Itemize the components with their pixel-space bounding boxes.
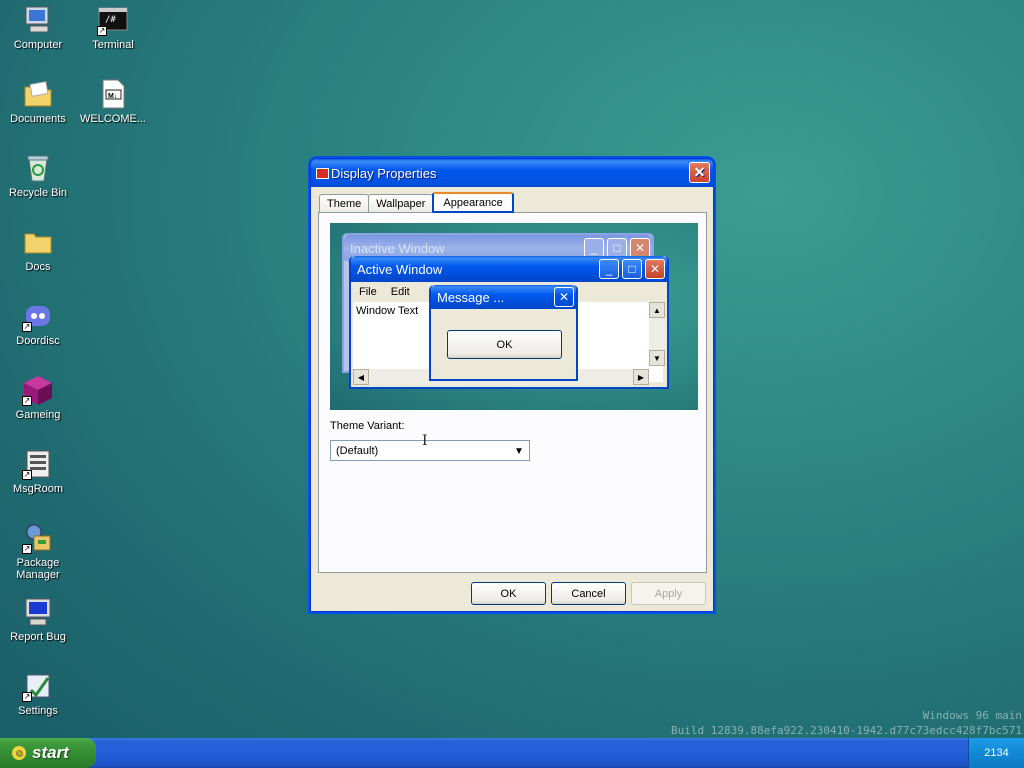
shortcut-arrow-icon: ↗ <box>22 692 32 702</box>
desktop-icon-label: Report Bug <box>10 631 66 643</box>
desktop-icon-label: Settings <box>18 705 58 717</box>
shortcut-arrow-icon: ↗ <box>97 26 107 36</box>
tab-wallpaper[interactable]: Wallpaper <box>368 194 434 213</box>
folder-icon <box>22 226 54 258</box>
desktop-icon-label: Computer <box>13 39 63 51</box>
desktop-icon-computer[interactable]: Computer <box>1 4 75 51</box>
close-icon: ✕ <box>693 164 706 180</box>
preview-message-titlebar: Message ... ✕ <box>431 285 576 309</box>
smiley-icon: ☺ <box>12 746 26 760</box>
tab-theme[interactable]: Theme <box>319 194 370 213</box>
game-cube-icon: ↗ <box>22 374 54 406</box>
ok-button[interactable]: OK <box>471 582 546 605</box>
start-button[interactable]: ☺ start <box>0 738 96 768</box>
shortcut-arrow-icon: ↗ <box>22 322 32 332</box>
watermark-line-2: Build 12839.88efa922.230410-1942.d77c73e… <box>671 724 1022 737</box>
preview-active-title: Active Window <box>357 261 443 277</box>
text-cursor-icon: I <box>422 433 428 449</box>
preview-inactive-title: Inactive Window <box>350 240 445 256</box>
desktop-icon-label: Documents <box>10 113 66 125</box>
desktop-icon-label: MsgRoom <box>12 483 64 495</box>
taskbar: ☺ start 2134 <box>0 738 1024 768</box>
scroll-right-icon: ▶ <box>633 369 649 385</box>
close-icon: ✕ <box>554 287 574 307</box>
appearance-preview: Inactive Window _ □ ✕ Active Window _ □ … <box>330 223 698 410</box>
preview-ok-button: OK <box>447 330 562 359</box>
clock[interactable]: 2134 <box>984 747 1008 759</box>
desktop-icon-settings[interactable]: ↗ Settings <box>1 670 75 717</box>
desktop-icon-msgroom[interactable]: ↗ MsgRoom <box>1 448 75 495</box>
scroll-up-icon: ▲ <box>649 302 665 318</box>
desktop-icon-label: Doordisc <box>16 335 60 347</box>
maximize-icon: □ <box>622 259 642 279</box>
desktop-icon-terminal[interactable]: /# ↗ Terminal <box>76 4 150 51</box>
minimize-icon: _ <box>584 238 604 258</box>
appearance-panel: Inactive Window _ □ ✕ Active Window _ □ … <box>318 212 707 573</box>
shortcut-arrow-icon: ↗ <box>22 470 32 480</box>
scroll-left-icon: ◀ <box>353 369 369 385</box>
apply-button[interactable]: Apply <box>631 582 706 605</box>
computer-icon <box>22 4 54 36</box>
dialog-title: Display Properties <box>331 165 437 181</box>
system-tray: 2134 <box>968 738 1024 768</box>
desktop-icon-label: Docs <box>25 261 51 273</box>
start-label: start <box>32 743 69 762</box>
shortcut-arrow-icon: ↗ <box>22 396 32 406</box>
theme-variant-label: Theme Variant: <box>330 420 405 432</box>
cancel-button[interactable]: Cancel <box>551 582 626 605</box>
report-bug-icon <box>22 596 54 628</box>
md-glyph: M↓ <box>108 93 118 100</box>
desktop-icon-label: Recycle Bin <box>8 187 68 199</box>
desktop-icon-documents[interactable]: Documents <box>1 78 75 125</box>
desktop-icon-label: WELCOME... <box>79 113 146 125</box>
desktop-icon-package-manager[interactable]: ↗ Package Manager <box>1 522 75 581</box>
msgroom-icon: ↗ <box>22 448 54 480</box>
theme-variant-select[interactable]: (Default) ▼ <box>330 440 530 461</box>
theme-variant-value: (Default) <box>336 444 379 457</box>
recycle-bin-icon <box>22 152 54 184</box>
close-button[interactable]: ✕ <box>689 162 710 183</box>
scroll-track <box>649 318 665 350</box>
tab-strip: Theme Wallpaper Appearance <box>319 192 514 213</box>
preview-menu-edit: Edit <box>390 286 410 298</box>
preview-message-box: Message ... ✕ OK <box>429 285 578 381</box>
dialog-titlebar[interactable]: Display Properties ✕ <box>311 159 713 187</box>
terminal-glyph: /# <box>105 15 116 25</box>
preview-active-titlebar: Active Window _ □ ✕ <box>351 256 667 282</box>
maximize-icon: □ <box>607 238 627 258</box>
doordisc-icon: ↗ <box>22 300 54 332</box>
desktop-icon-label: Gameing <box>15 409 61 421</box>
close-icon: ✕ <box>630 238 650 258</box>
close-icon: ✕ <box>645 259 665 279</box>
tab-appearance[interactable]: Appearance <box>432 192 514 213</box>
documents-folder-icon <box>22 78 54 110</box>
desktop-icon-report-bug[interactable]: Report Bug <box>1 596 75 643</box>
scroll-down-icon: ▼ <box>649 350 665 366</box>
display-properties-dialog: Display Properties ✕ Theme Wallpaper App… <box>310 158 714 612</box>
desktop-icon-label: Terminal <box>92 39 134 51</box>
preview-vertical-scrollbar: ▲ ▼ <box>649 302 665 366</box>
build-watermark: Windows 96 main Build 12839.88efa922.230… <box>642 708 1022 738</box>
preview-message-title: Message ... <box>437 289 505 305</box>
watermark-line-1: Windows 96 main <box>922 709 1022 722</box>
desktop-icon-label: Package Manager <box>16 557 60 581</box>
minimize-icon: _ <box>599 259 619 279</box>
terminal-icon: /# ↗ <box>97 4 129 36</box>
desktop-icon-gameing[interactable]: ↗ Gameing <box>1 374 75 421</box>
markdown-file-icon: M↓ <box>97 78 129 110</box>
settings-icon: ↗ <box>22 670 54 702</box>
preview-menu-file: File <box>359 286 377 298</box>
package-manager-icon: ↗ <box>22 522 54 554</box>
desktop-icon-welcome[interactable]: M↓ WELCOME... <box>76 78 150 125</box>
display-properties-icon <box>315 166 329 180</box>
desktop-icon-doordisc[interactable]: ↗ Doordisc <box>1 300 75 347</box>
desktop-icon-docs[interactable]: Docs <box>1 226 75 273</box>
chevron-down-icon: ▼ <box>514 445 524 457</box>
shortcut-arrow-icon: ↗ <box>22 544 32 554</box>
desktop-icon-recycle-bin[interactable]: Recycle Bin <box>1 152 75 199</box>
